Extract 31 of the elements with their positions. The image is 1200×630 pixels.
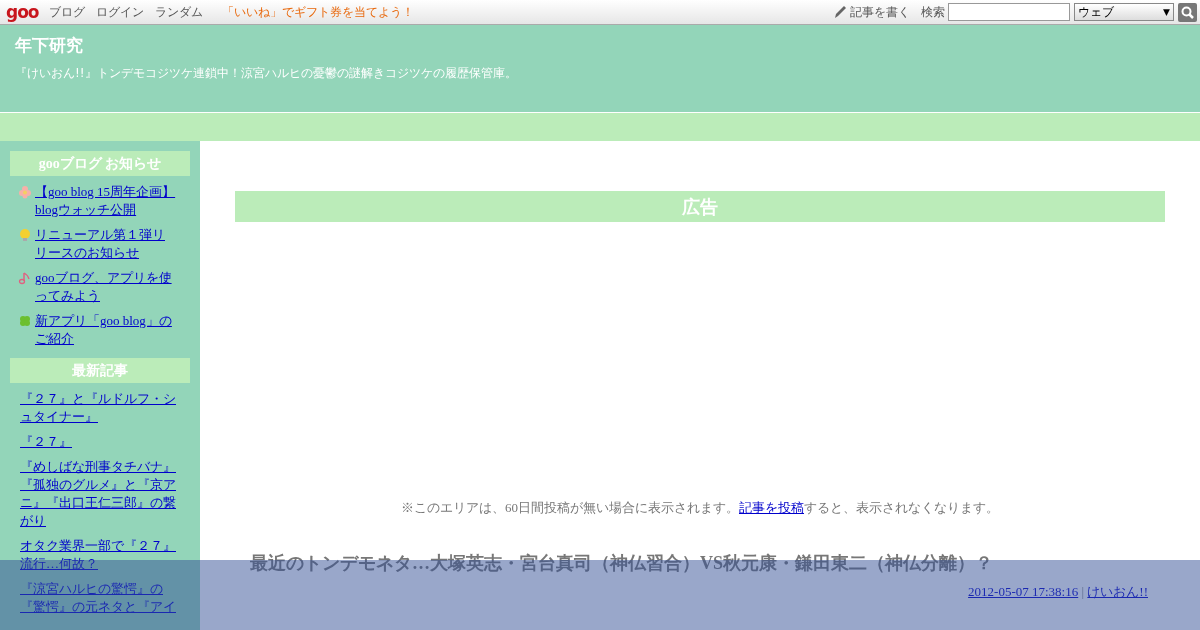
sidebar-link[interactable]: 『２７』: [20, 433, 72, 451]
search-label: 検索: [921, 3, 945, 21]
flower-icon: [18, 185, 32, 199]
scope-dropdown[interactable]: ウェブ ▼: [1074, 3, 1174, 21]
separator: |: [1081, 584, 1085, 599]
ad-heading: 広告: [235, 191, 1165, 222]
search-button[interactable]: [1178, 2, 1197, 22]
nav-link[interactable]: ログイン: [95, 3, 144, 21]
sidebar-link[interactable]: 『めしばな刑事タチバナ』『孤独のグルメ』と『京アニ』『出口王仁三郎』の繋がり: [20, 458, 176, 530]
bulb-icon: [18, 228, 32, 242]
post-date-link[interactable]: 2012-05-07 17:38:16: [968, 584, 1079, 599]
nav-link[interactable]: ブログ: [48, 3, 85, 21]
author-link[interactable]: けいおん!!: [1087, 584, 1148, 599]
notice-text: ※このエリアは、60日間投稿が無い場合に表示されます。記事を投稿すると、表示されなくなります。: [400, 499, 1000, 517]
sidebar-heading: 最新記事: [10, 358, 190, 383]
write-post-link[interactable]: 記事を書く: [850, 3, 910, 21]
post-article-link[interactable]: 記事を投稿: [739, 500, 804, 515]
nav-link[interactable]: ランダム: [154, 3, 203, 21]
sidebar-link[interactable]: 【goo blog 15周年企画】blogウォッチ公開: [35, 183, 176, 219]
sidebar-link[interactable]: gooブログ、アプリを使ってみよう: [35, 269, 176, 305]
search-field[interactable]: [948, 3, 1070, 21]
sidebar-link[interactable]: 『２７』と『ルドルフ・シュタイナー』: [20, 390, 176, 426]
sidebar-link[interactable]: オタク業界一部で『２７』流行…何故？: [20, 537, 176, 573]
clover-icon: [18, 314, 32, 328]
pencil-icon: [833, 5, 847, 19]
note-icon: [18, 271, 32, 285]
sidebar-link[interactable]: リニューアル第１弾リリースのお知らせ: [35, 226, 176, 262]
goo-logo[interactable]: goo: [6, 3, 39, 21]
blog-description: 『けいおん!!』トンデモコジツケ連鎖中！涼宮ハルヒの憂鬱の謎解きコジツケの履歴保管庫。: [15, 65, 518, 82]
sidebar-heading: gooブログ お知らせ: [10, 151, 190, 176]
sidebar-link[interactable]: 新アプリ「goo blog」のご紹介: [35, 312, 176, 348]
